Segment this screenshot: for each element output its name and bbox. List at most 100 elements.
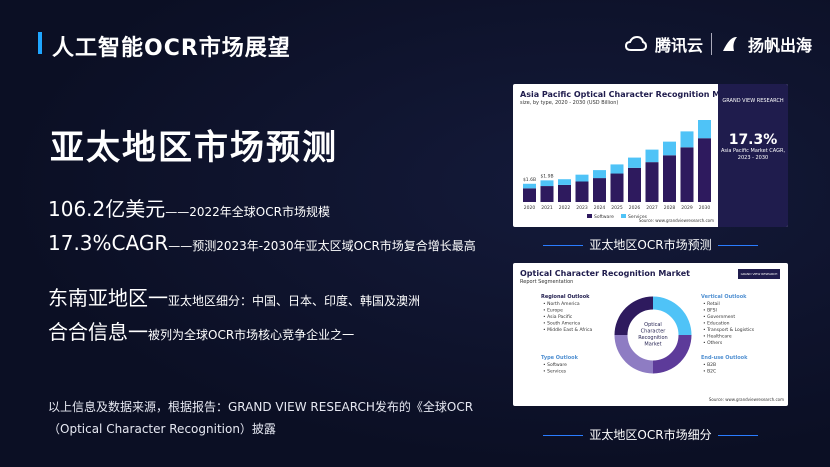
seg-item: • Others bbox=[703, 340, 723, 346]
bar-services bbox=[558, 179, 571, 185]
x-tick-label: 2023 bbox=[576, 205, 588, 211]
donut-center-label: Character bbox=[641, 329, 667, 335]
donut-center-label: Market bbox=[644, 342, 661, 348]
seg-item: • Education bbox=[703, 321, 730, 327]
segmentation-card: Optical Character Recognition Market Rep… bbox=[513, 263, 788, 406]
seg-item: • South America bbox=[543, 321, 580, 327]
chart-source: Source: www.grandviewresearch.com bbox=[638, 218, 714, 223]
bar-services bbox=[680, 131, 694, 148]
seg-caption: 亚太地区OCR市场细分 bbox=[513, 426, 788, 443]
bar-software bbox=[540, 186, 554, 202]
bar-software bbox=[698, 138, 711, 202]
caption-line bbox=[717, 245, 758, 246]
caption-text: 亚太地区OCR市场预测 bbox=[589, 238, 712, 252]
seg-item: • Asia Pacific bbox=[543, 314, 573, 320]
chart-caption: 亚太地区OCR市场预测 bbox=[513, 236, 788, 253]
brand-yangfan: 扬帆出海 bbox=[747, 36, 812, 55]
bar-software bbox=[523, 188, 536, 202]
legend-swatch-software bbox=[587, 214, 592, 218]
bar-software bbox=[575, 181, 589, 202]
data-label: $1.6B bbox=[523, 177, 536, 183]
forecast-chart-card: Asia Pacific Optical Character Recogniti… bbox=[513, 84, 788, 227]
stat-value: 合合信息一 bbox=[48, 320, 148, 344]
seg-item: • B2C bbox=[703, 369, 716, 375]
donut-center-label: Optical bbox=[644, 322, 662, 328]
bar-software bbox=[645, 162, 659, 202]
sail-icon bbox=[722, 36, 737, 51]
segmentation-diagram: Regional Outlook• North America• Europe•… bbox=[541, 294, 755, 375]
stat-value: 17.3%CAGR bbox=[48, 231, 169, 255]
page-title: 人工智能OCR市场展望 bbox=[52, 36, 291, 61]
slide: 人工智能OCR市场展望 腾讯云 扬帆出海 亚太地区市场预测 106.2亿美元——… bbox=[0, 0, 830, 467]
x-tick-label: 2026 bbox=[629, 205, 641, 211]
bar-services bbox=[540, 180, 554, 187]
seg-item: • North America bbox=[543, 301, 580, 307]
cagr-panel: GRAND VIEW RESEARCH 17.3% Asia Pacific M… bbox=[718, 84, 788, 227]
bar-services bbox=[523, 183, 536, 189]
x-tick-label: 2022 bbox=[559, 205, 571, 211]
stat-region: 东南亚地区一亚太地区细分：中国、日本、印度、韩国及澳洲 bbox=[48, 282, 420, 311]
brand-tencent-cloud: 腾讯云 bbox=[654, 36, 703, 55]
bar-software bbox=[593, 178, 606, 202]
source-note: 以上信息及数据来源，根据报告：GRAND VIEW RESEARCH发布的《全球… bbox=[48, 400, 474, 436]
seg-item: • Transport & Logistics bbox=[703, 327, 755, 333]
x-tick-label: 2029 bbox=[681, 205, 693, 211]
seg-item: • Healthcare bbox=[703, 334, 732, 340]
caption-line bbox=[543, 245, 584, 246]
stat-desc: ——2022年全球OCR市场规模 bbox=[165, 205, 330, 219]
caption-line bbox=[717, 435, 758, 436]
section-heading: 亚太地区市场预测 bbox=[50, 128, 338, 168]
bar-software bbox=[628, 167, 641, 202]
brand-separator bbox=[710, 33, 712, 55]
seg-item: • Services bbox=[543, 369, 567, 375]
stat-company: 合合信息一被列为全球OCR市场核心竞争企业之一 bbox=[48, 316, 354, 345]
caption-text: 亚太地区OCR市场细分 bbox=[589, 428, 712, 442]
seg-item: • Middle East & Africa bbox=[543, 327, 593, 333]
legend-label-software: Software bbox=[594, 214, 614, 220]
cagr-value: 17.3% bbox=[728, 132, 778, 148]
bar-software bbox=[663, 155, 676, 202]
bar-services bbox=[575, 174, 589, 182]
seg-item: • Government bbox=[703, 314, 735, 320]
bar-software bbox=[680, 147, 694, 202]
donut-center-label: Recognition bbox=[638, 335, 667, 341]
bar-services bbox=[610, 164, 624, 174]
seg-group-label: Regional Outlook bbox=[541, 294, 590, 300]
bar-services bbox=[698, 120, 711, 139]
legend-swatch-services bbox=[621, 214, 626, 218]
x-tick-label: 2024 bbox=[594, 205, 606, 211]
tencent-cloud-icon bbox=[624, 36, 647, 51]
x-tick-label: 2021 bbox=[541, 205, 553, 211]
cagr-label: Asia Pacific Market CAGR, 2023 - 2030 bbox=[720, 148, 786, 161]
seg-item: • B2B bbox=[703, 362, 716, 368]
seg-group-label: End-use Outlook bbox=[701, 355, 748, 361]
bar-services bbox=[593, 170, 606, 179]
title-accent-bar bbox=[38, 32, 42, 54]
bar-services bbox=[645, 149, 659, 163]
stat-value: 106.2亿美元 bbox=[48, 197, 166, 221]
x-tick-label: 2028 bbox=[664, 205, 676, 211]
seg-group-label: Type Outlook bbox=[541, 355, 579, 361]
bar-services bbox=[663, 141, 676, 156]
stat-cagr: 17.3%CAGR——预测2023年-2030年亚太区域OCR市场复合增长最高 bbox=[48, 231, 476, 255]
stat-market-size: 106.2亿美元——2022年全球OCR市场规模 bbox=[48, 193, 330, 222]
seg-item: • Retail bbox=[703, 301, 720, 307]
stat-desc: 亚太地区细分：中国、日本、印度、韩国及澳洲 bbox=[168, 294, 421, 308]
panel-brand: GRAND VIEW RESEARCH bbox=[722, 98, 784, 104]
x-tick-label: 2025 bbox=[611, 205, 623, 211]
x-tick-label: 2027 bbox=[646, 205, 658, 211]
bar-services bbox=[628, 157, 641, 168]
seg-item: • Software bbox=[543, 362, 567, 368]
x-tick-label: 2020 bbox=[524, 205, 536, 211]
stat-value: 东南亚地区一 bbox=[48, 286, 168, 310]
seg-item: • Europe bbox=[543, 308, 563, 314]
bar-chart: 2020 $1.6B 2021 $1.9B 2022 2023 2024 2025 2026 20… bbox=[523, 120, 711, 220]
seg-item: • BFSI bbox=[703, 308, 717, 314]
bar-software bbox=[558, 184, 571, 202]
brand-logos: 腾讯云 扬帆出海 bbox=[624, 32, 812, 56]
x-tick-label: 2030 bbox=[699, 205, 711, 211]
data-label: $1.9B bbox=[540, 173, 553, 179]
bar-software bbox=[610, 173, 624, 202]
seg-source: Source: www.grandviewresearch.com bbox=[708, 397, 784, 402]
stat-desc: 被列为全球OCR市场核心竞争企业之一 bbox=[148, 328, 355, 342]
